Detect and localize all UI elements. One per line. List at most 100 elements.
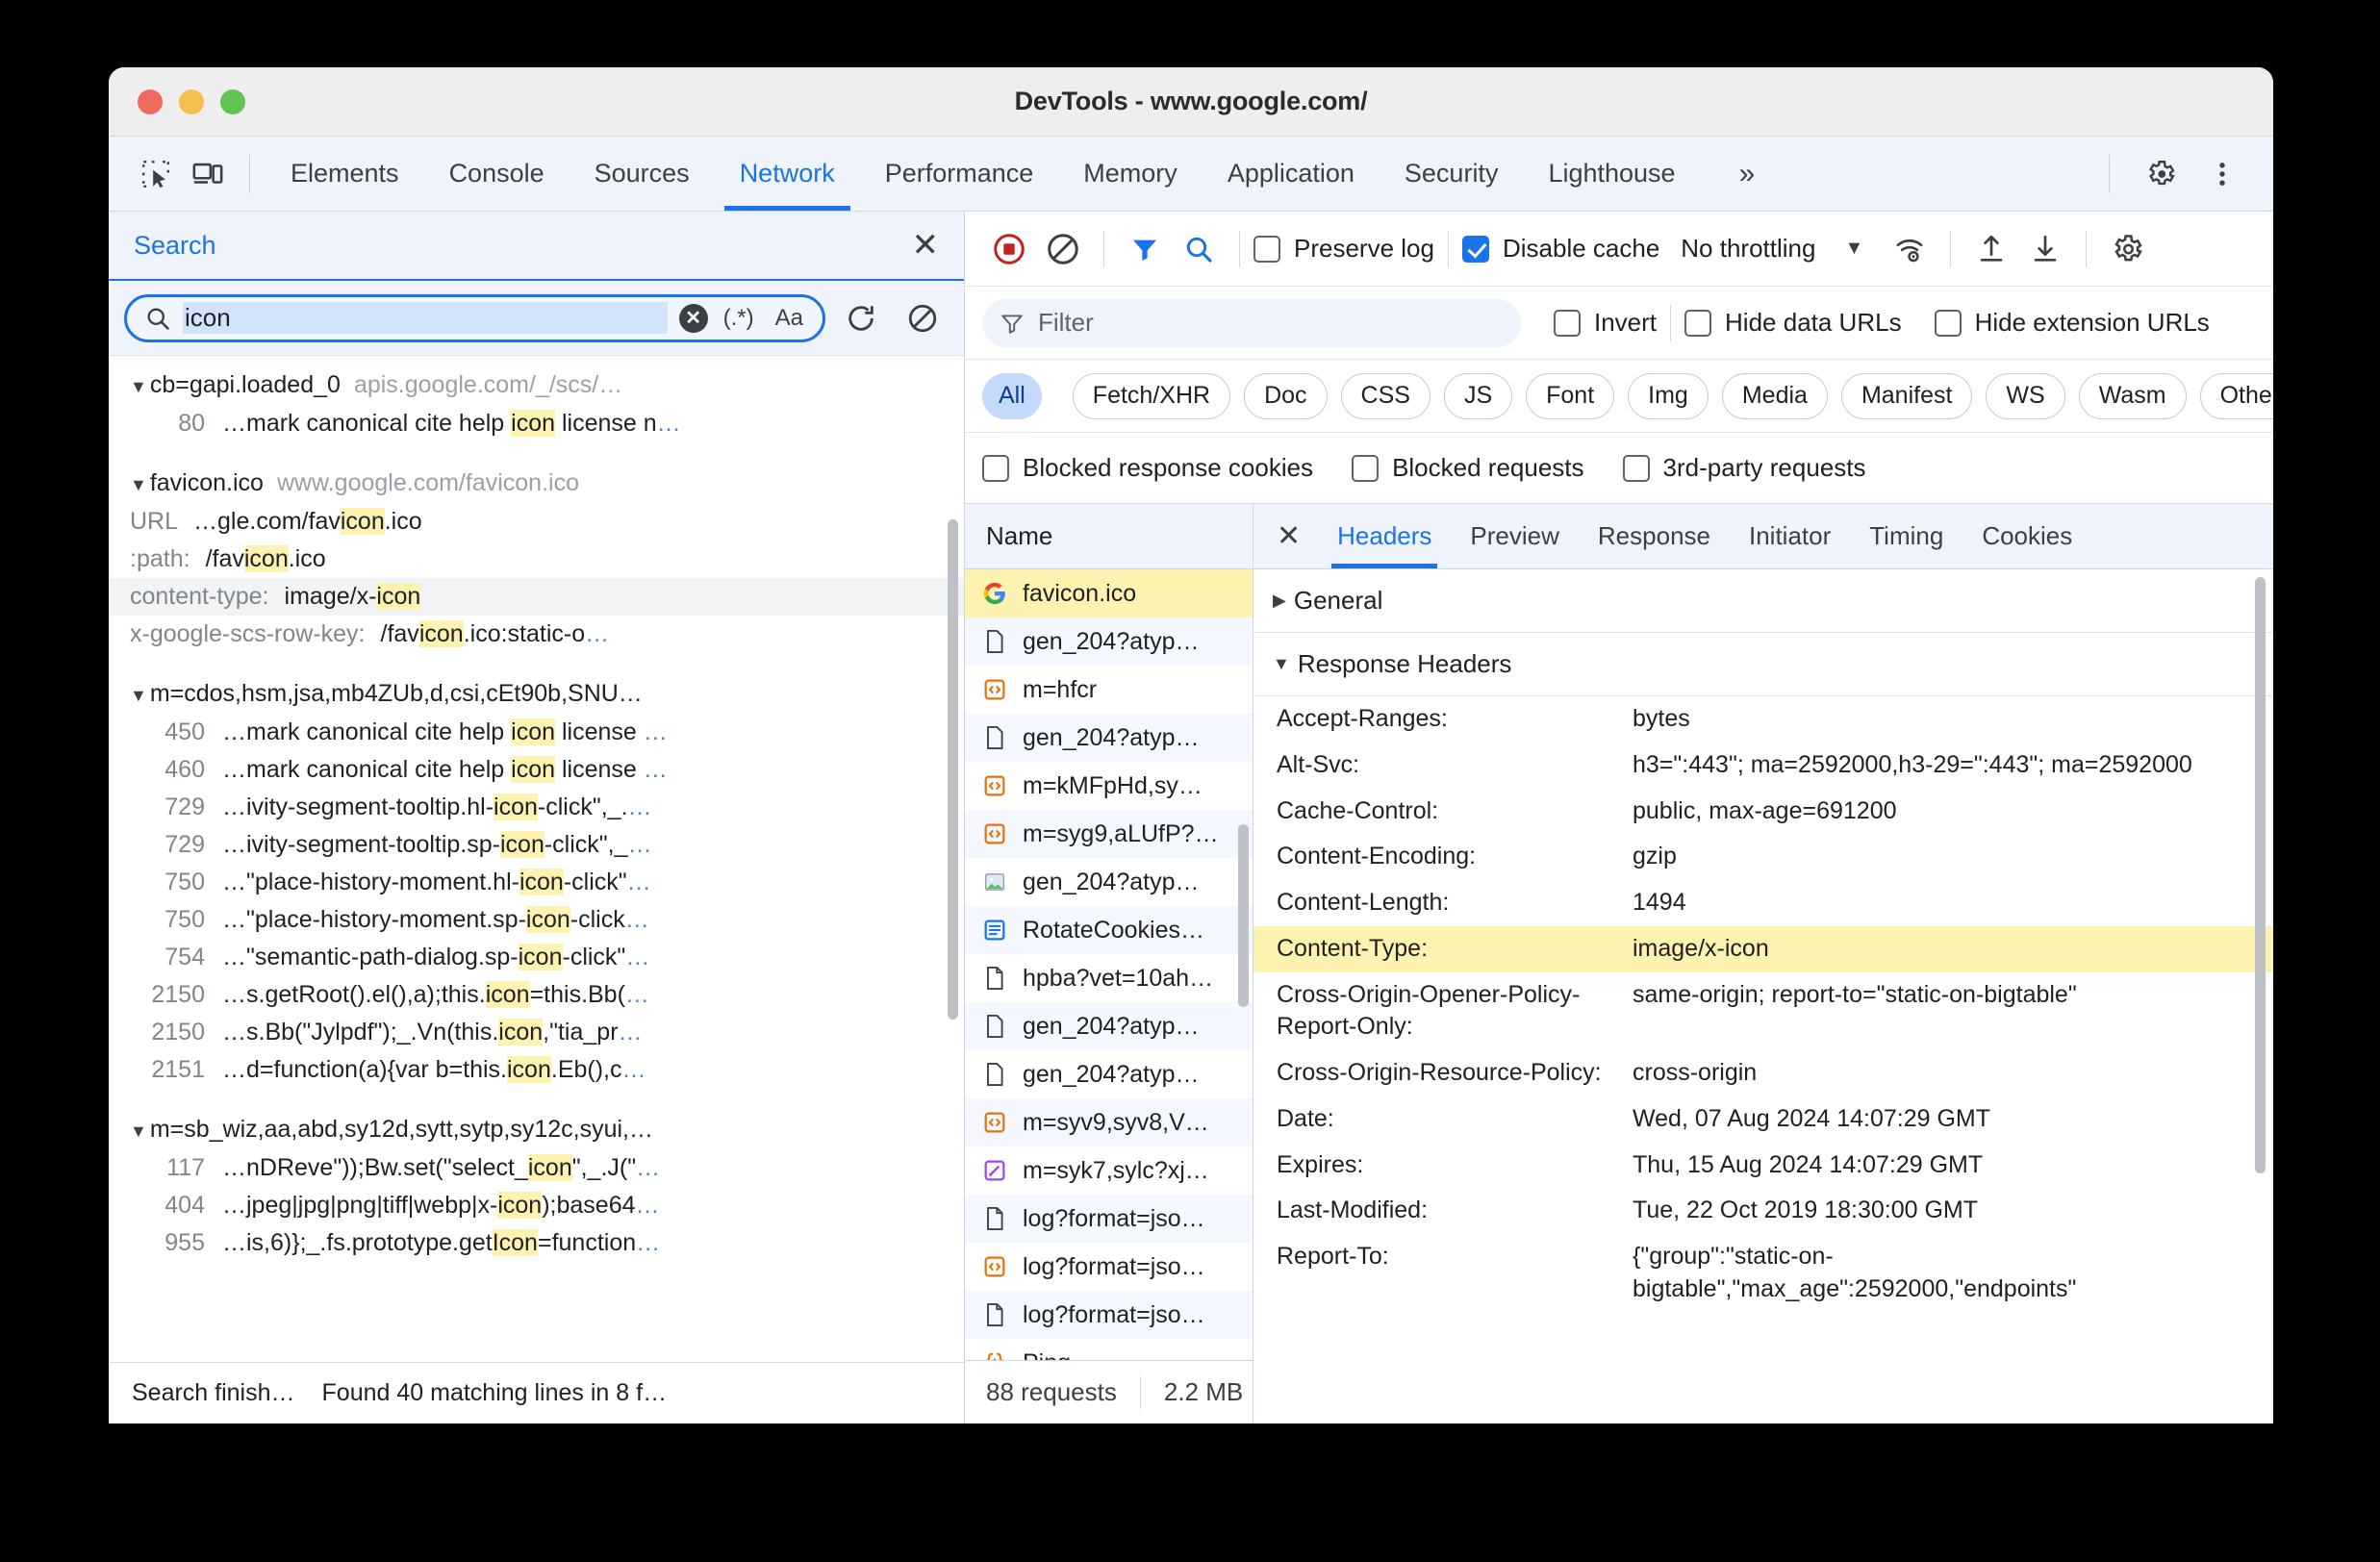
request-row[interactable]: m=syk7,sylc?xj… [965,1146,1253,1195]
tab-network[interactable]: Network [715,137,860,211]
request-row[interactable]: m=syv9,syv8,V… [965,1098,1253,1146]
type-filter-manifest[interactable]: Manifest [1840,372,1973,419]
search-result-group[interactable]: ▼ favicon.ico www.google.com/favicon.ico [109,464,964,503]
tab-lighthouse[interactable]: Lighthouse [1523,137,1700,211]
search-result-line[interactable]: 2150 …s.Bb("Jylpdf");_.Vn(this.icon,"tia_… [109,1014,964,1051]
close-icon[interactable]: ✕ [1253,504,1318,568]
preserve-log-checkbox[interactable]: Preserve log [1253,234,1434,264]
search-result-line[interactable]: 2150 …s.getRoot().el(),a);this.icon=this.… [109,976,964,1014]
checkbox-box[interactable] [1622,454,1650,482]
search-result-line[interactable]: 750 …"place-history-moment.sp-icon-click… [109,901,964,939]
tab-sources[interactable]: Sources [570,137,715,211]
search-result-line[interactable]: 404 …jpeg|jpg|png|tiff|webp|x-icon);base6… [109,1187,964,1224]
section-general[interactable]: ▶ General [1253,569,2273,633]
tab-headers[interactable]: Headers [1318,504,1451,568]
search-scrollbar-thumb[interactable] [948,519,958,1020]
type-filter-img[interactable]: Img [1628,372,1709,419]
import-har-icon[interactable] [1964,222,2018,276]
header-row[interactable]: Cross-Origin-Opener-Policy-Report-Only: s… [1253,972,2273,1051]
tab-preview[interactable]: Preview [1451,504,1578,568]
clear-search-icon[interactable]: ✕ [678,303,708,333]
type-filter-wasm[interactable]: Wasm [2078,372,2187,419]
refresh-icon[interactable] [835,292,887,344]
search-result-line[interactable]: 117 …nDReve"));Bw.set("select_icon",_.J("… [109,1149,964,1187]
tab-application[interactable]: Application [1203,137,1380,211]
checkbox-box[interactable] [1934,309,1962,337]
search-result-group[interactable]: ▼ m=cdos,hsm,jsa,mb4ZUb,d,csi,cEt90b,SNU… [109,674,964,714]
invert-checkbox[interactable]: Invert [1554,308,1657,338]
kebab-menu-icon[interactable] [2196,148,2248,200]
filter-input[interactable]: Filter [982,298,1521,347]
clear-icon[interactable] [897,292,949,344]
header-row[interactable]: Date: Wed, 07 Aug 2024 14:07:29 GMT [1253,1096,2273,1143]
clear-network-icon[interactable] [1036,222,1090,276]
blocked-requests-checkbox[interactable]: Blocked requests [1352,453,1584,483]
header-row[interactable]: Expires: Thu, 15 Aug 2024 14:07:29 GMT [1253,1143,2273,1189]
header-row[interactable]: Alt-Svc: h3=":443"; ma=2592000,h3-29=":44… [1253,743,2273,789]
search-result-line[interactable]: 729 …ivity-segment-tooltip.hl-icon-click"… [109,789,964,826]
search-result-line[interactable]: :path: /favicon.ico [109,541,964,578]
regex-toggle-button[interactable]: (.*) [720,305,758,332]
checkbox-box[interactable] [1684,309,1712,337]
header-row[interactable]: Last-Modified: Tue, 22 Oct 2019 18:30:00 … [1253,1188,2273,1234]
request-row[interactable]: m=hfcr [965,666,1253,714]
tab-elements[interactable]: Elements [266,137,424,211]
checkbox-box[interactable] [982,454,1009,482]
headers-content[interactable]: ▶ General ▼ Response Headers Accept-Rang… [1253,569,2273,1423]
checkbox-box[interactable] [1352,454,1380,482]
header-row[interactable]: Content-Length: 1494 [1253,880,2273,926]
third-party-requests-checkbox[interactable]: 3rd-party requests [1622,453,1866,483]
search-result-line[interactable]: 2151 …d=function(a){var b=this.icon.Eb(),… [109,1051,964,1089]
search-result-line[interactable]: URL …gle.com/favicon.ico [109,503,964,541]
tab-timing[interactable]: Timing [1850,504,1962,568]
search-result-line[interactable]: 80 …mark canonical cite help icon licens… [109,405,964,442]
hide-data-urls-checkbox[interactable]: Hide data URLs [1684,308,1902,338]
request-row[interactable]: gen_204?atyp… [965,714,1253,762]
network-conditions-icon[interactable] [1883,222,1937,276]
record-stop-icon[interactable] [982,222,1036,276]
type-filter-doc[interactable]: Doc [1244,372,1328,419]
request-row[interactable]: gen_204?atyp… [965,1002,1253,1050]
header-row[interactable]: Content-Type: image/x-icon [1253,925,2273,972]
search-result-group[interactable]: ▼ cb=gapi.loaded_0 apis.google.com/_/scs… [109,365,964,405]
request-rows[interactable]: favicon.ico gen_204?atyp… m=hfcr gen_204?at… [965,569,1253,1360]
checkbox-box[interactable] [1554,309,1581,337]
type-filter-fetch-xhr[interactable]: Fetch/XHR [1072,372,1231,419]
type-filter-ws[interactable]: WS [1986,372,2065,419]
checkbox-box[interactable] [1461,235,1489,263]
inspect-element-icon[interactable] [130,148,182,200]
request-row[interactable]: RotateCookies… [965,906,1253,954]
request-row[interactable]: hpba?vet=10ah… [965,954,1253,1002]
request-row[interactable]: favicon.ico [965,569,1253,617]
search-icon[interactable] [1172,222,1226,276]
network-settings-gear-icon[interactable] [2100,222,2154,276]
chevron-down-icon[interactable]: ▼ [1844,238,1863,260]
header-row[interactable]: Accept-Ranges: bytes [1253,696,2273,743]
detail-scrollbar-thumb[interactable] [2255,577,2266,1173]
header-row[interactable]: Cache-Control: public, max-age=691200 [1253,789,2273,835]
request-scrollbar-thumb[interactable] [1238,824,1249,1007]
close-icon[interactable]: ✕ [912,229,940,262]
gear-icon[interactable] [2135,148,2187,200]
request-row[interactable]: gen_204?atyp… [965,1050,1253,1098]
type-filter-js[interactable]: JS [1443,372,1513,419]
tab-cookies[interactable]: Cookies [1962,504,2091,568]
tab-response[interactable]: Response [1579,504,1730,568]
filter-funnel-icon[interactable] [1118,222,1172,276]
search-result-line[interactable]: 750 …"place-history-moment.hl-icon-click"… [109,864,964,901]
type-filter-css[interactable]: CSS [1340,372,1431,419]
tab-security[interactable]: Security [1380,137,1524,211]
request-row[interactable]: gen_204?atyp… [965,617,1253,666]
throttling-select[interactable]: No throttling [1681,234,1815,264]
request-row[interactable]: m=kMFpHd,sy… [965,762,1253,810]
more-tabs-button[interactable]: » [1701,137,1788,211]
header-row[interactable]: Report-To: {"group":"static-on-bigtable",… [1253,1234,2273,1313]
header-row[interactable]: Content-Encoding: gzip [1253,834,2273,880]
search-result-line[interactable]: 460 …mark canonical cite help icon licens… [109,751,964,789]
disable-cache-checkbox[interactable]: Disable cache [1461,234,1659,264]
header-row[interactable]: Cross-Origin-Resource-Policy: cross-origi… [1253,1050,2273,1096]
search-input[interactable]: icon ✕ (.*) Aa [124,293,825,342]
tab-initiator[interactable]: Initiator [1730,504,1850,568]
search-result-line[interactable]: 955 …is,6)};_.fs.prototype.getIcon=functi… [109,1224,964,1262]
search-result-line[interactable]: 729 …ivity-segment-tooltip.sp-icon-click"… [109,826,964,864]
